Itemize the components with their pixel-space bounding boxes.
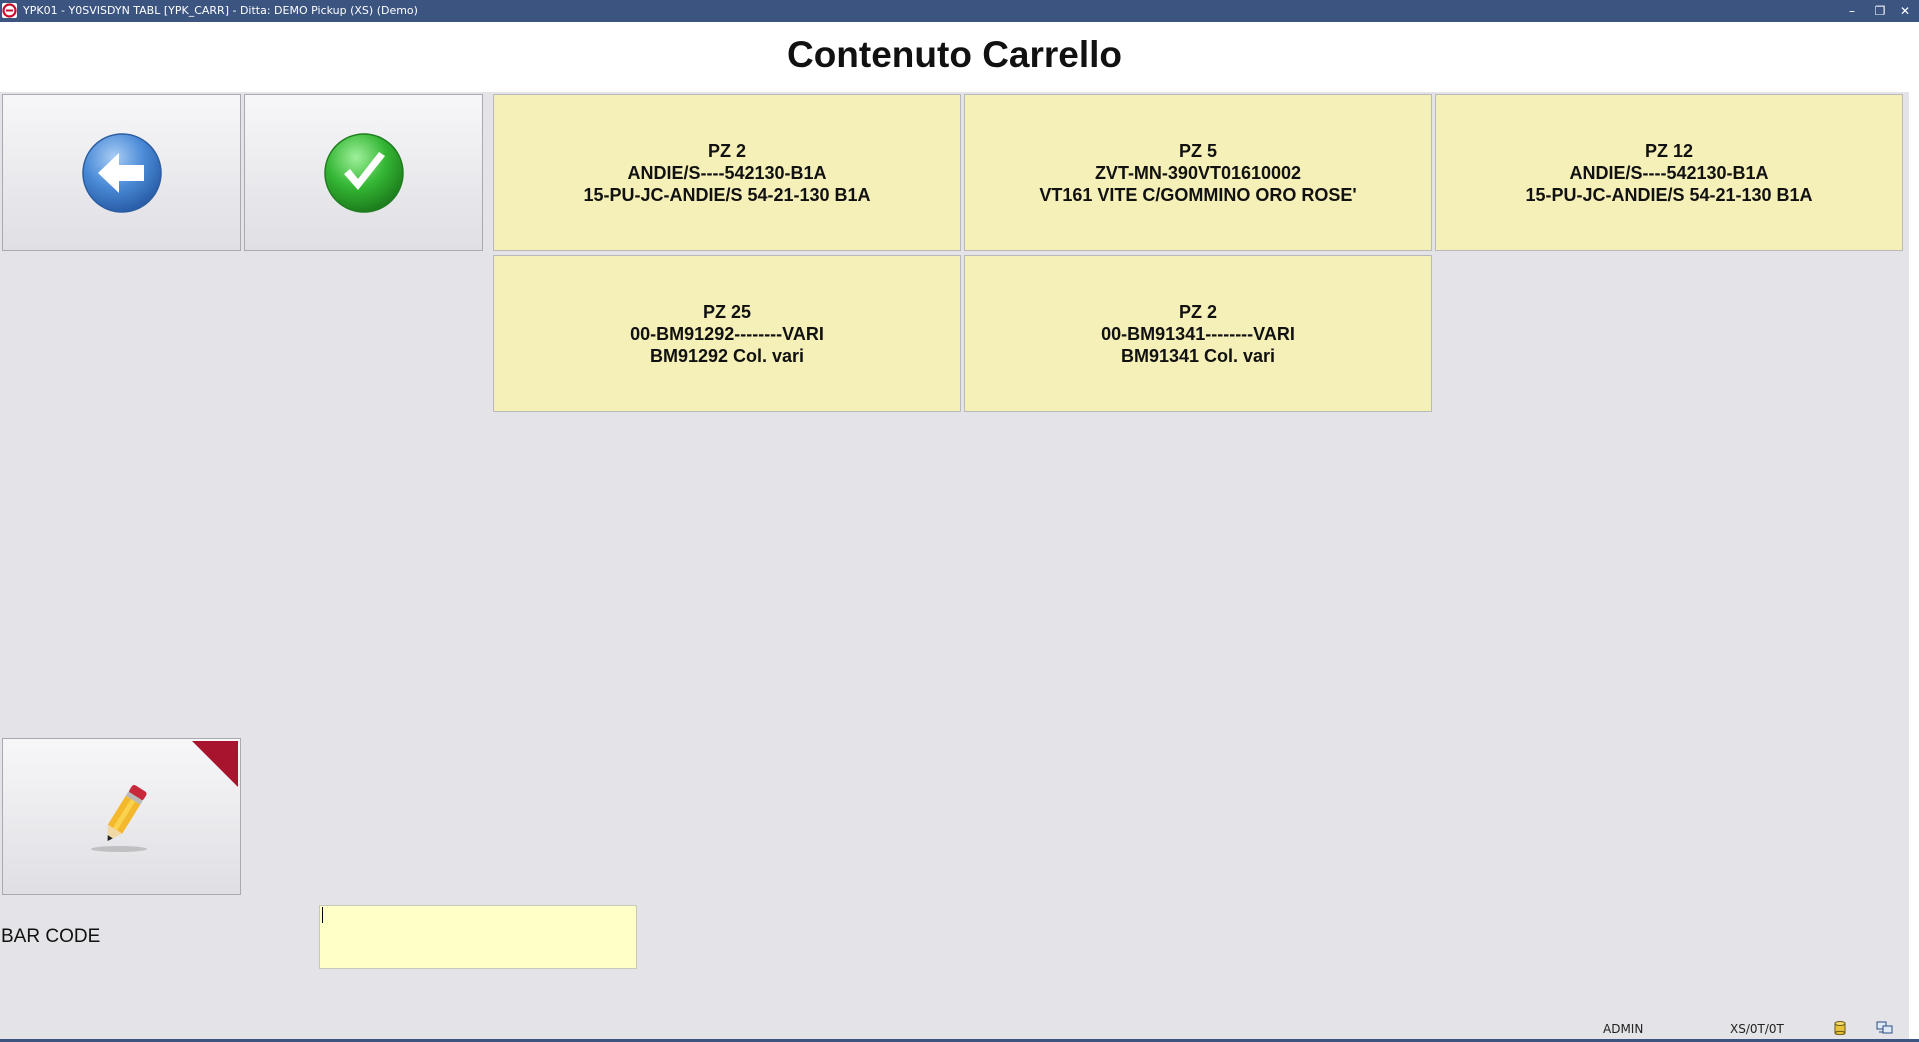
- text-caret: [322, 907, 323, 923]
- right-edge-strip: [1909, 22, 1919, 1039]
- status-company-code: XS/0T/0T: [1730, 1022, 1784, 1036]
- item-code: ANDIE/S----542130-B1A: [627, 162, 827, 183]
- item-code: 00-BM91292--------VARI: [630, 323, 824, 344]
- item-quantity: PZ 5: [1178, 140, 1217, 161]
- checkmark-icon: [323, 132, 404, 213]
- item-code: ANDIE/S----542130-B1A: [1569, 162, 1769, 183]
- window-title: YPK01 - Y0SVISDYN TABL [YPK_CARR] - Ditt…: [23, 4, 418, 17]
- app-icon: [2, 3, 17, 18]
- item-quantity: PZ 2: [1178, 301, 1217, 322]
- page-title: Contenuto Carrello: [786, 34, 1123, 75]
- item-code: ZVT-MN-390VT01610002: [1094, 162, 1302, 183]
- item-description: BM91341 Col. vari: [1120, 345, 1276, 366]
- status-bar: ADMIN XS/0T/0T: [0, 1017, 1909, 1039]
- confirm-button[interactable]: [244, 94, 483, 251]
- back-button[interactable]: [2, 94, 241, 251]
- window-titlebar: YPK01 - Y0SVISDYN TABL [YPK_CARR] - Ditt…: [0, 0, 1919, 22]
- item-description: BM91292 Col. vari: [649, 345, 805, 366]
- network-icon: [1876, 1021, 1893, 1034]
- close-button[interactable]: ✕: [1891, 0, 1919, 22]
- item-quantity: PZ 25: [702, 301, 752, 322]
- barcode-input[interactable]: [319, 905, 637, 969]
- item-quantity: PZ 12: [1644, 140, 1694, 161]
- cart-item-tile[interactable]: PZ 12 ANDIE/S----542130-B1A 15-PU-JC-AND…: [1435, 94, 1903, 251]
- barcode-label: BAR CODE: [1, 926, 101, 947]
- minimize-button[interactable]: –: [1838, 0, 1866, 22]
- corner-flag-icon: [192, 741, 238, 787]
- item-description: VT161 VITE C/GOMMINO ORO ROSE': [1039, 184, 1357, 205]
- cart-item-tile[interactable]: PZ 2 ANDIE/S----542130-B1A 15-PU-JC-ANDI…: [493, 94, 961, 251]
- restore-button[interactable]: ❐: [1866, 0, 1894, 22]
- cart-item-tile[interactable]: PZ 25 00-BM91292--------VARI BM91292 Col…: [493, 255, 961, 412]
- pencil-icon: [90, 784, 147, 852]
- back-arrow-icon: [81, 132, 162, 213]
- status-user: ADMIN: [1603, 1022, 1644, 1036]
- page-header: Contenuto Carrello: [0, 22, 1909, 92]
- cart-item-tile[interactable]: PZ 5 ZVT-MN-390VT01610002 VT161 VITE C/G…: [964, 94, 1432, 251]
- item-code: 00-BM91341--------VARI: [1101, 323, 1295, 344]
- cart-item-tile[interactable]: PZ 2 00-BM91341--------VARI BM91341 Col.…: [964, 255, 1432, 412]
- edit-button[interactable]: [2, 738, 241, 895]
- database-icon: [1834, 1021, 1846, 1035]
- item-description: 15-PU-JC-ANDIE/S 54-21-130 B1A: [583, 184, 871, 205]
- item-description: 15-PU-JC-ANDIE/S 54-21-130 B1A: [1525, 184, 1813, 205]
- item-quantity: PZ 2: [707, 140, 746, 161]
